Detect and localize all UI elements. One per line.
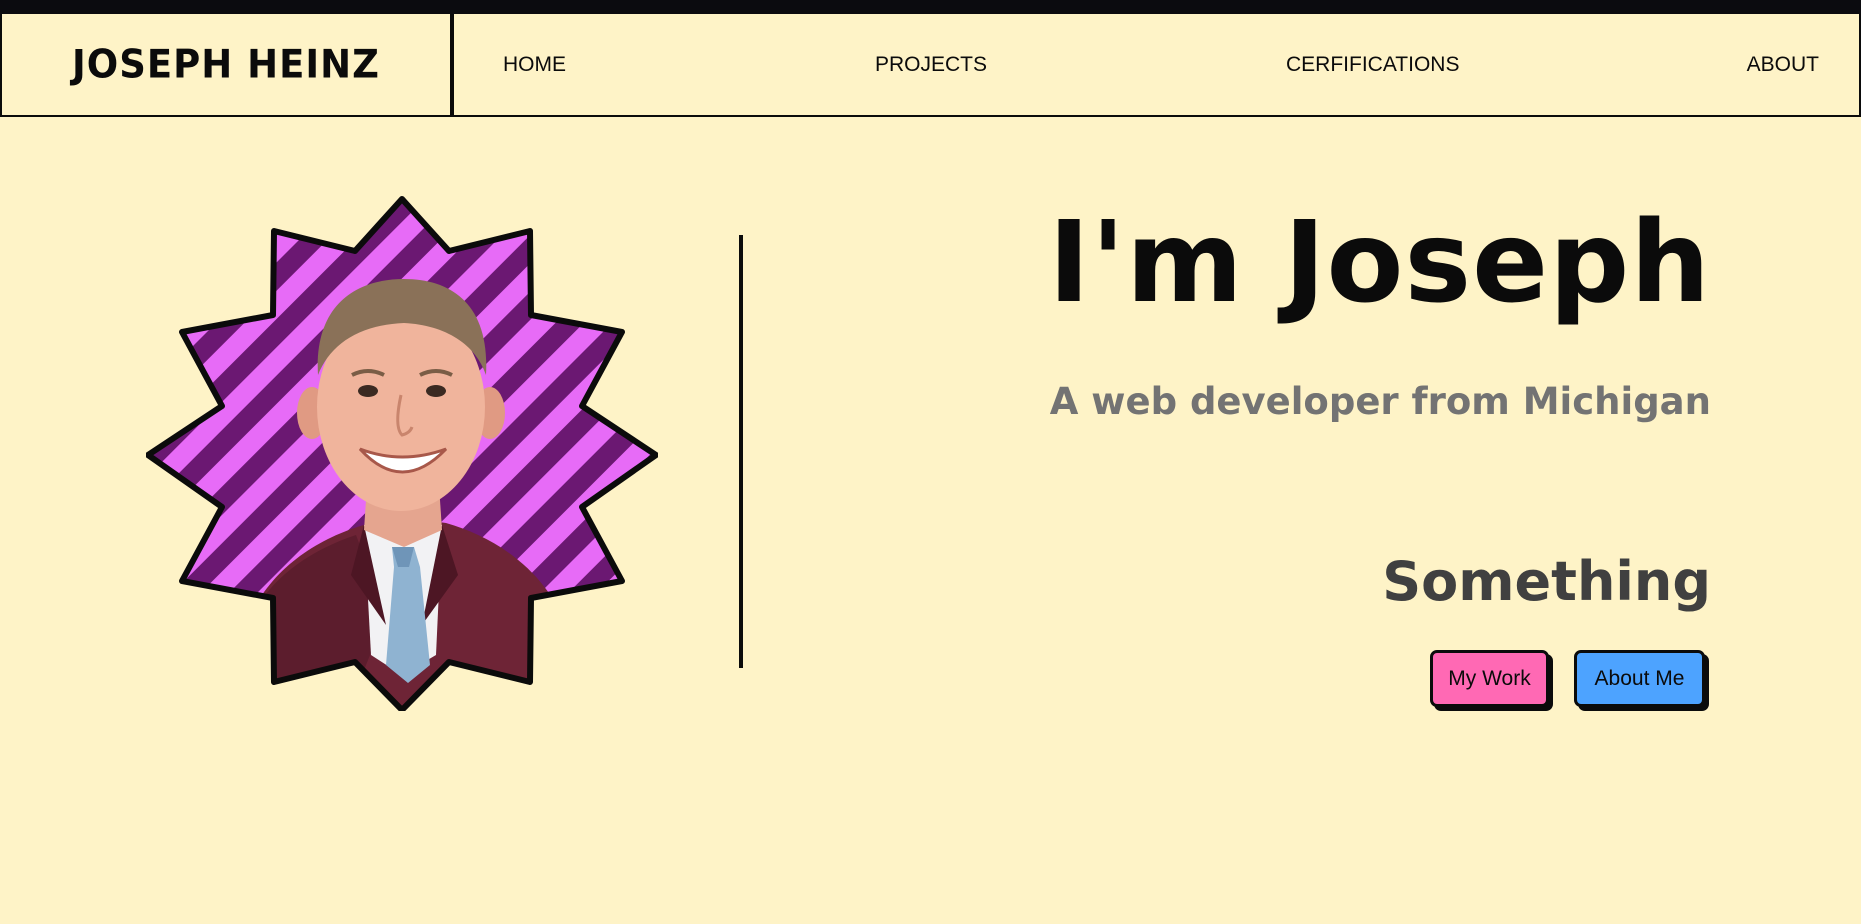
- brand-box[interactable]: JOSEPH HEINZ: [2, 14, 454, 115]
- hero-subtitle: A web developer from Michigan: [1049, 380, 1711, 423]
- hero-section: I'm Joseph A web developer from Michigan…: [0, 117, 1861, 924]
- about-me-button[interactable]: About Me: [1574, 650, 1705, 707]
- nav-projects[interactable]: PROJECTS: [875, 53, 987, 77]
- profile-portrait: [146, 195, 658, 711]
- navbar: JOSEPH HEINZ HOME PROJECTS CERFIFICATION…: [0, 14, 1861, 117]
- nav-links: HOME PROJECTS CERFIFICATIONS ABOUT: [454, 14, 1859, 115]
- hero-tagline: Something: [1382, 550, 1711, 613]
- nav-home[interactable]: HOME: [503, 53, 566, 77]
- hero-title: I'm Joseph: [1048, 198, 1711, 328]
- nav-certifications[interactable]: CERFIFICATIONS: [1286, 53, 1459, 77]
- nav-about[interactable]: ABOUT: [1747, 53, 1819, 77]
- vertical-divider: [739, 235, 743, 668]
- top-strip: [0, 0, 1861, 14]
- brand-name[interactable]: JOSEPH HEINZ: [72, 42, 380, 87]
- portrait-star-svg: [146, 196, 658, 711]
- my-work-button[interactable]: My Work: [1430, 650, 1549, 707]
